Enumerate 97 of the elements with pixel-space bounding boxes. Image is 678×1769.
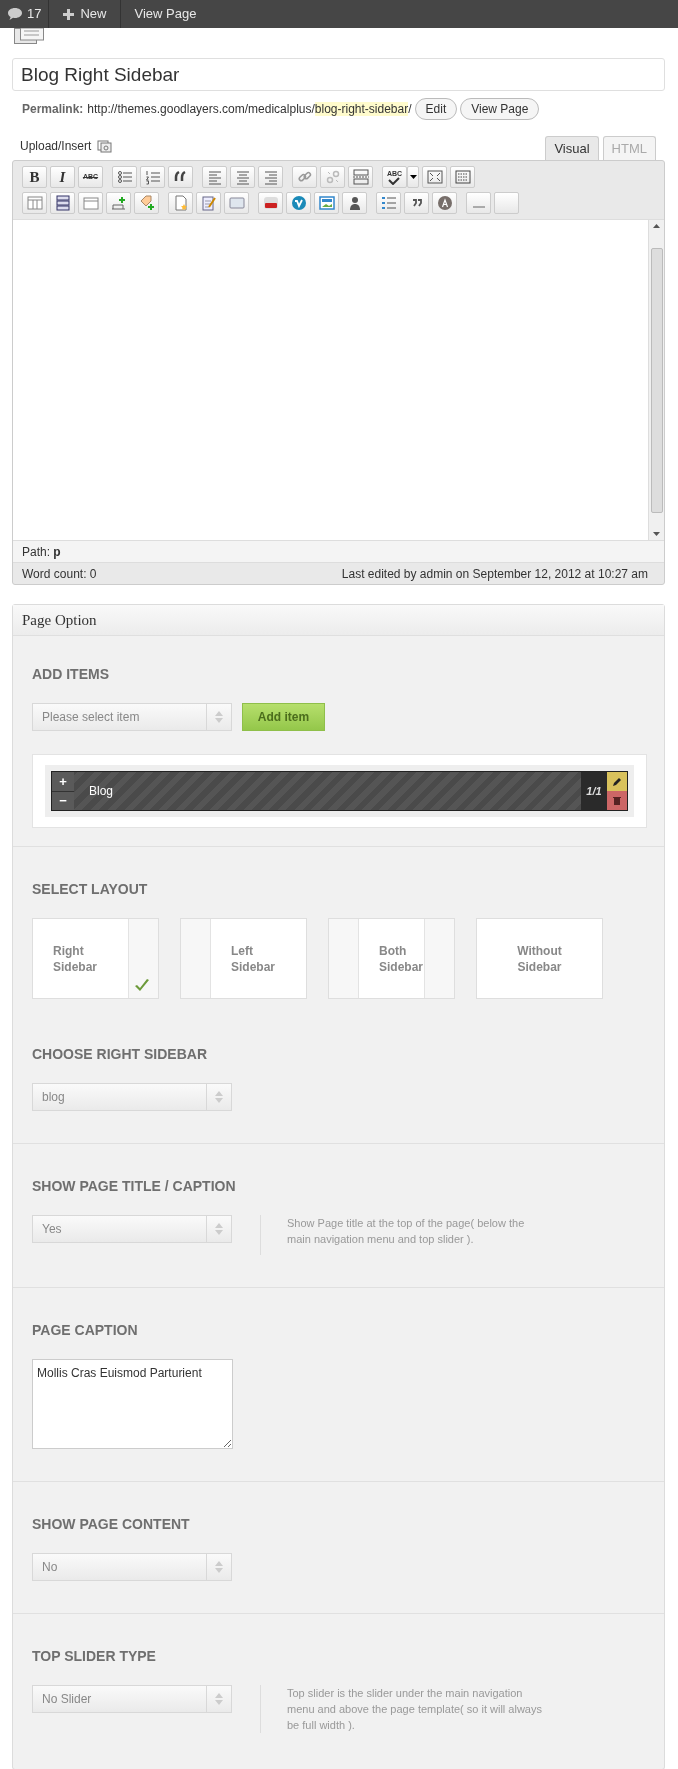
view-page-link[interactable]: View Page bbox=[121, 0, 210, 28]
section-heading: ADD ITEMS bbox=[32, 665, 110, 684]
caret-icon bbox=[409, 175, 417, 179]
pencil-icon bbox=[612, 776, 622, 787]
checkmark-icon bbox=[388, 176, 401, 185]
section-heading: CHOOSE RIGHT SIDEBAR bbox=[32, 1045, 208, 1064]
view-page-button[interactable]: View Page bbox=[460, 98, 540, 120]
up-down-arrows-icon bbox=[215, 1090, 223, 1104]
rows-icon bbox=[54, 195, 71, 211]
up-down-arrows-icon bbox=[215, 1692, 223, 1706]
editor-tab[interactable]: Visual bbox=[545, 136, 599, 160]
list-icon bbox=[380, 195, 397, 211]
up-down-arrows-icon bbox=[215, 710, 223, 724]
v-circle-icon bbox=[290, 195, 307, 211]
last-edited-note: Last edited by admin on September 12, 2012 at 10:27 am bbox=[341, 565, 648, 583]
media-icon[interactable] bbox=[97, 139, 113, 153]
line-button[interactable] bbox=[466, 192, 491, 214]
scroll-down-icon[interactable] bbox=[653, 532, 660, 536]
link-button[interactable] bbox=[292, 166, 317, 188]
scroll-thumb[interactable] bbox=[650, 247, 663, 513]
caption-textarea[interactable]: Mollis Cras Euismod Parturient bbox=[32, 1359, 233, 1449]
fullscreen-icon bbox=[426, 169, 443, 185]
expand-button[interactable]: + bbox=[52, 772, 74, 792]
title-input[interactable]: Blog Right Sidebar bbox=[12, 58, 665, 91]
trash-icon bbox=[613, 796, 621, 805]
columns-icon bbox=[26, 195, 43, 211]
speech-bubble-icon bbox=[7, 7, 23, 21]
numbered-list-icon bbox=[144, 169, 161, 185]
person-button[interactable] bbox=[342, 192, 367, 214]
video-button[interactable] bbox=[258, 192, 283, 214]
italic-button[interactable]: I bbox=[50, 166, 75, 188]
horizontal-line-icon bbox=[472, 206, 485, 208]
new-link[interactable]: New bbox=[49, 0, 122, 28]
section-heading: SHOW PAGE TITLE / CAPTION bbox=[32, 1177, 237, 1196]
option-hint: Show Page title at the top of the page( below the main navigation menu and top slider ). bbox=[287, 1216, 526, 1247]
layout-option[interactable]: Without Sidebar bbox=[476, 918, 603, 999]
panel-button[interactable] bbox=[224, 192, 249, 214]
bullet-list-button[interactable] bbox=[112, 166, 137, 188]
add-image-icon bbox=[110, 195, 127, 211]
panel-icon bbox=[228, 195, 245, 211]
tag-add-icon bbox=[138, 195, 155, 211]
layout-option[interactable]: Left Sidebar bbox=[180, 918, 307, 999]
bullet-list-icon bbox=[116, 169, 133, 185]
add-image-button[interactable] bbox=[106, 192, 131, 214]
delete-item-button[interactable] bbox=[607, 791, 627, 810]
item-size: 1/1 bbox=[581, 772, 607, 810]
rows-button[interactable] bbox=[50, 192, 75, 214]
align-right-icon bbox=[262, 169, 279, 185]
layout-option[interactable]: Both Sidebar bbox=[328, 918, 455, 999]
path-label: Path: p bbox=[22, 543, 61, 561]
scroll-up-icon[interactable] bbox=[653, 224, 660, 228]
box-icon bbox=[82, 195, 99, 211]
word-count: Word count: 0 bbox=[22, 565, 97, 583]
image-frame-icon bbox=[318, 195, 335, 211]
video-icon bbox=[262, 195, 279, 211]
add-tag-button[interactable] bbox=[134, 192, 159, 214]
list-button[interactable] bbox=[376, 192, 401, 214]
permalink-label: Permalink: bbox=[22, 101, 84, 118]
letter-button[interactable] bbox=[432, 192, 457, 214]
up-down-arrows-icon bbox=[215, 1560, 223, 1574]
upload-insert-label: Upload/Insert bbox=[20, 138, 92, 155]
scrollbar[interactable] bbox=[648, 220, 664, 540]
page-break-icon bbox=[352, 169, 369, 185]
edit-permalink-button[interactable]: Edit bbox=[414, 98, 458, 120]
blockquote-button[interactable] bbox=[168, 166, 193, 188]
align-right-button[interactable] bbox=[258, 166, 283, 188]
fullscreen-button[interactable] bbox=[422, 166, 447, 188]
align-center-button[interactable] bbox=[230, 166, 255, 188]
up-down-arrows-icon bbox=[215, 1222, 223, 1236]
item-title: Blog bbox=[88, 783, 115, 800]
quote-button[interactable] bbox=[404, 192, 429, 214]
section-heading: TOP SLIDER TYPE bbox=[32, 1647, 157, 1666]
image-button[interactable] bbox=[314, 192, 339, 214]
document-star-icon bbox=[172, 195, 189, 211]
blank-button[interactable] bbox=[494, 192, 519, 214]
notepad-pencil-icon bbox=[200, 195, 217, 211]
section-heading: SELECT LAYOUT bbox=[32, 880, 149, 899]
plus-icon bbox=[63, 8, 75, 20]
align-center-icon bbox=[234, 169, 251, 185]
spellcheck-dropdown-button[interactable] bbox=[407, 166, 419, 188]
vimeo-button[interactable] bbox=[286, 192, 311, 214]
unlink-icon bbox=[324, 169, 341, 185]
permalink-url: http://themes.goodlayers.com/medicalplus/blog-right-sidebar/ bbox=[87, 101, 412, 118]
option-hint: Top slider is the slider under the main navigation menu and above the page template( so it will always be full width ). bbox=[287, 1686, 543, 1733]
panel-title: Page Option bbox=[22, 610, 97, 630]
align-left-button[interactable] bbox=[202, 166, 227, 188]
edit-item-button[interactable] bbox=[607, 772, 627, 791]
keyboard-icon bbox=[454, 169, 471, 185]
bold-button[interactable]: B bbox=[22, 166, 47, 188]
section-heading: SHOW PAGE CONTENT bbox=[32, 1515, 191, 1534]
link-icon bbox=[296, 169, 313, 185]
letter-circle-icon bbox=[436, 195, 453, 211]
align-left-icon bbox=[206, 169, 223, 185]
section-heading: PAGE CAPTION bbox=[32, 1321, 139, 1340]
layout-option[interactable]: Right Sidebar bbox=[32, 918, 159, 999]
item-bar[interactable]: + − Blog 1/1 bbox=[51, 771, 628, 811]
pages-icon bbox=[14, 28, 44, 44]
